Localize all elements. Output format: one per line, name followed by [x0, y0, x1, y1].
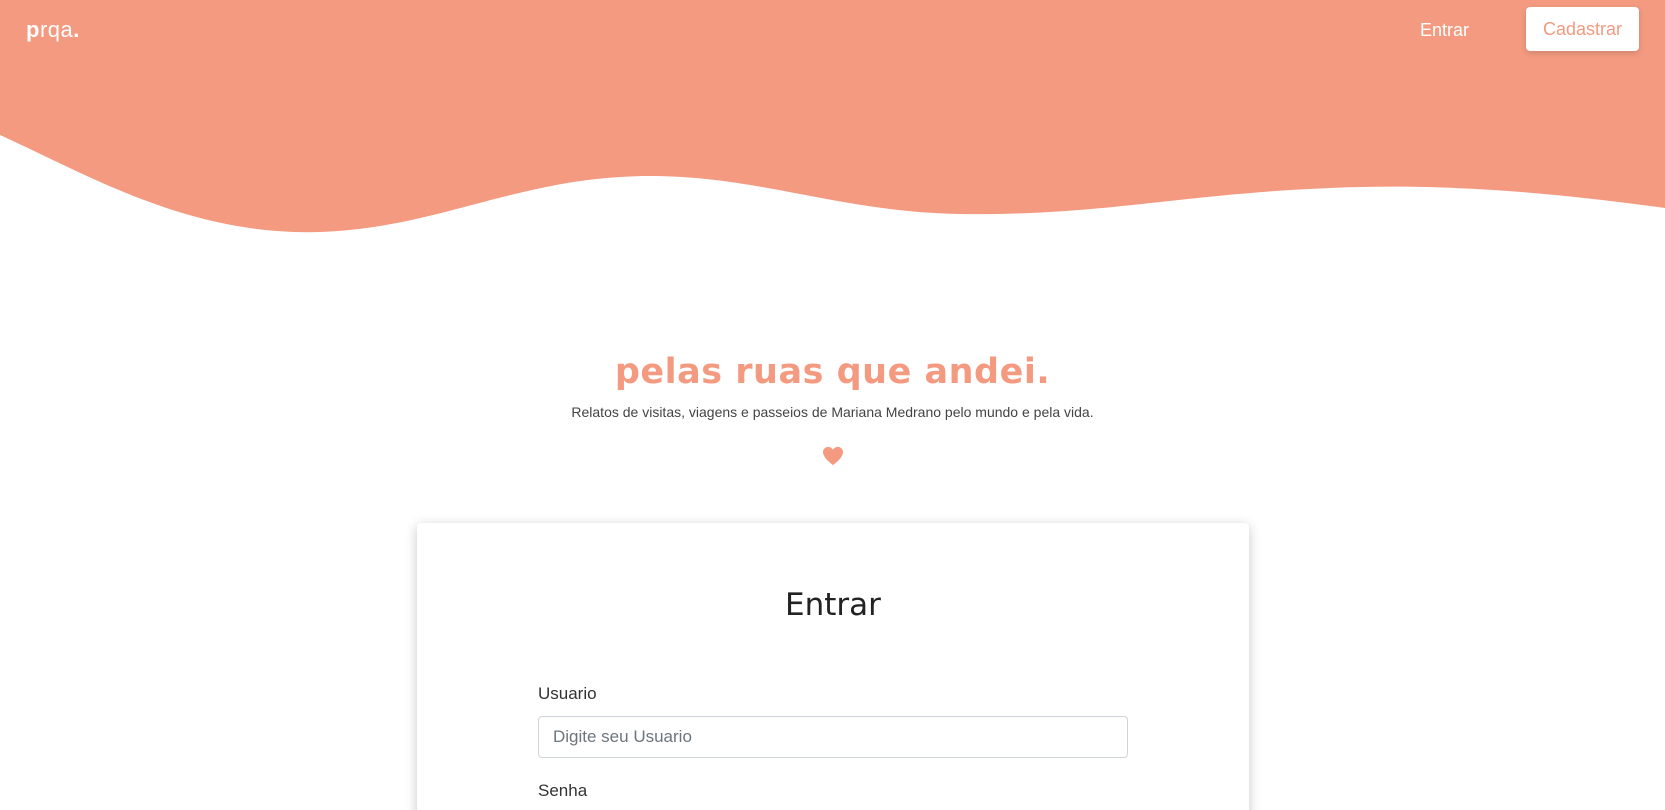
- login-title: Entrar: [785, 587, 881, 623]
- hero-title-dot: .: [1036, 352, 1051, 392]
- brand-logo[interactable]: prqa.: [26, 16, 80, 44]
- hero-subtitle: Relatos de visitas, viagens e passeios d…: [571, 404, 1094, 420]
- nav-signup-button[interactable]: Cadastrar: [1526, 7, 1639, 51]
- hero-title-text: elas ruas que andei: [640, 352, 1037, 392]
- password-label: Senha: [538, 781, 588, 800]
- page: prqa. Entrar Cadastrar pelas ruas que an…: [0, 0, 1665, 810]
- nav-login-link[interactable]: Entrar: [1420, 16, 1469, 44]
- hero-title-initial: p: [614, 352, 641, 392]
- brand-logo-dot: .: [73, 17, 80, 42]
- username-label: Usuario: [538, 684, 597, 703]
- hero-title: pelas ruas que andei.: [0, 346, 1665, 398]
- login-card: Entrar Usuario Senha: [417, 523, 1249, 810]
- username-input[interactable]: [538, 716, 1128, 758]
- brand-logo-text: rqa: [39, 17, 74, 42]
- heart-icon: [823, 446, 843, 466]
- brand-logo-initial: p: [26, 17, 40, 42]
- hero: pelas ruas que andei. Relatos de visitas…: [0, 346, 1665, 422]
- navbar: prqa. Entrar Cadastrar: [0, 0, 1665, 62]
